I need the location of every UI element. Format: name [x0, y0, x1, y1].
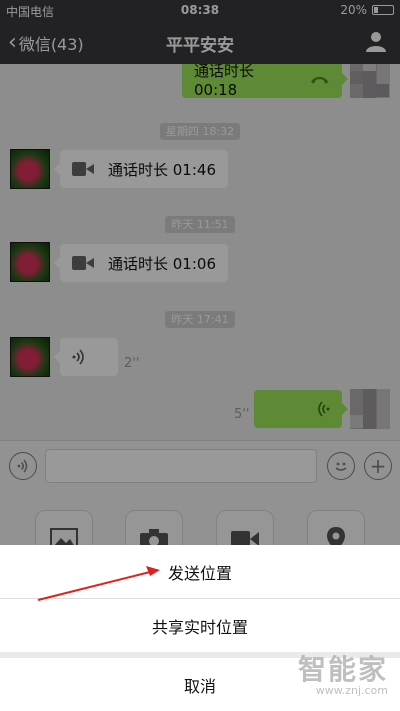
watermark-url: www.znj.com: [315, 684, 388, 697]
annotation-arrow: [37, 566, 160, 601]
watermark: 智能家 www.znj.com: [278, 648, 388, 697]
watermark-brand: 智能家: [297, 653, 388, 686]
